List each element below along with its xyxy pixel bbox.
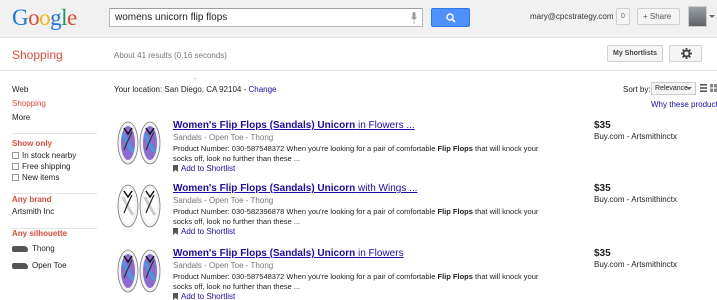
result-category: Sandals - Open Toe - Thong [173,196,274,205]
filter-brand-title[interactable]: Any brand [12,194,102,206]
account-email[interactable]: mary@cpcstrategy.com [530,12,614,21]
sandal-thumbnail [12,245,28,252]
result-description: Product Number: 030-587548372 When you'r… [173,144,539,163]
result-seller[interactable]: Buy.com - Artsmithinctx [594,260,677,269]
result-price: $35 [594,248,611,259]
divider [12,228,97,229]
section-header: Shopping About 41 results (0.16 seconds)… [0,39,717,71]
chevron-down-icon [686,87,692,90]
my-shortlists-button[interactable]: My Shortlists [607,45,663,62]
filter-new-items[interactable]: New items [12,172,102,183]
result-item: Women's Flip Flops (Sandals) Unicorn in … [114,248,714,300]
result-seller[interactable]: Buy.com - Artsmithinctx [594,195,677,204]
sort-select[interactable]: Relevance [651,82,696,95]
result-count: About 41 results (0.16 seconds) [114,51,227,60]
checkbox[interactable] [12,152,19,159]
result-item: Women's Flip Flops (Sandals) Unicorn wit… [114,183,714,243]
checkbox[interactable] [12,163,19,170]
gear-icon [681,48,692,59]
logo-letter: e [67,5,77,30]
logo-letter: o [39,5,51,30]
result-title-link[interactable]: Women's Flip Flops (Sandals) Unicorn in … [173,120,415,131]
avatar[interactable] [688,6,707,27]
logo-letter: g [50,5,62,30]
result-seller[interactable]: Buy.com - Artsmithinctx [594,132,677,141]
bookmark-icon [173,228,178,235]
location-dot: . [194,72,197,81]
logo-letter: o [28,5,40,30]
search-input[interactable]: womens unicorn flip flops [109,8,423,27]
product-image[interactable] [114,120,164,166]
location-line: Your location: San Diego, CA 92104 - Cha… [114,85,277,94]
result-description: Product Number: 030-587548372 When you'r… [173,272,539,291]
change-location-link[interactable]: Change [248,85,276,94]
microphone-icon[interactable] [411,12,417,24]
filter-show-only-title[interactable]: Show only [12,138,102,150]
search-button[interactable] [431,8,470,27]
result-category: Sandals - Open Toe - Thong [173,261,274,270]
why-these-products-link[interactable]: Why these products? [651,100,717,109]
sandal-thumbnail [12,262,28,269]
chevron-down-icon[interactable] [709,15,715,18]
add-to-shortlist-link[interactable]: Add to Shortlist [173,292,235,300]
product-image[interactable] [114,248,164,294]
add-to-shortlist-link[interactable]: Add to Shortlist [173,227,235,236]
result-item: Women's Flip Flops (Sandals) Unicorn in … [114,120,714,180]
add-to-shortlist-link[interactable]: Add to Shortlist [173,164,235,173]
divider [12,193,97,194]
product-image[interactable] [114,183,164,229]
google-logo[interactable]: Google [12,5,77,31]
filter-brand-option[interactable]: Artsmith Inc [12,206,102,217]
grid-view-icon[interactable] [710,84,717,92]
nav-item-shopping[interactable]: Shopping [12,97,102,111]
left-nav: Web Shopping More Show only In stock nea… [12,83,102,274]
list-view-icon[interactable] [700,84,707,92]
bookmark-icon [173,293,178,300]
settings-button[interactable] [669,45,702,62]
filter-silhouette-open-toe[interactable]: Open Toe [12,257,102,274]
result-price: $35 [594,120,611,131]
nav-item-web[interactable]: Web [12,83,102,97]
bookmark-icon [173,165,178,172]
notification-count[interactable]: 0 [616,8,630,25]
checkbox[interactable] [12,174,19,181]
result-price: $35 [594,183,611,194]
top-bar: Google womens unicorn flip flops mary@cp… [0,0,717,38]
filter-free-shipping[interactable]: Free shipping [12,161,102,172]
share-button[interactable]: + Share [637,8,680,25]
filter-silhouette-thong[interactable]: Thong [12,240,102,257]
result-title-link[interactable]: Women's Flip Flops (Sandals) Unicorn in … [173,248,404,259]
result-description: Product Number: 030-582396878 When you'r… [173,207,539,226]
search-query[interactable]: womens unicorn flip flops [115,12,227,23]
logo-letter: G [12,5,29,30]
result-category: Sandals - Open Toe - Thong [173,133,274,142]
filter-in-stock-nearby[interactable]: In stock nearby [12,150,102,161]
filter-silhouette-title[interactable]: Any silhouette [12,228,102,240]
page-title: Shopping [12,48,63,62]
search-icon [446,13,456,23]
sort-label: Sort by: [623,85,651,94]
divider [12,133,97,134]
nav-item-more[interactable]: More [12,111,102,125]
result-title-link[interactable]: Women's Flip Flops (Sandals) Unicorn wit… [173,183,417,194]
